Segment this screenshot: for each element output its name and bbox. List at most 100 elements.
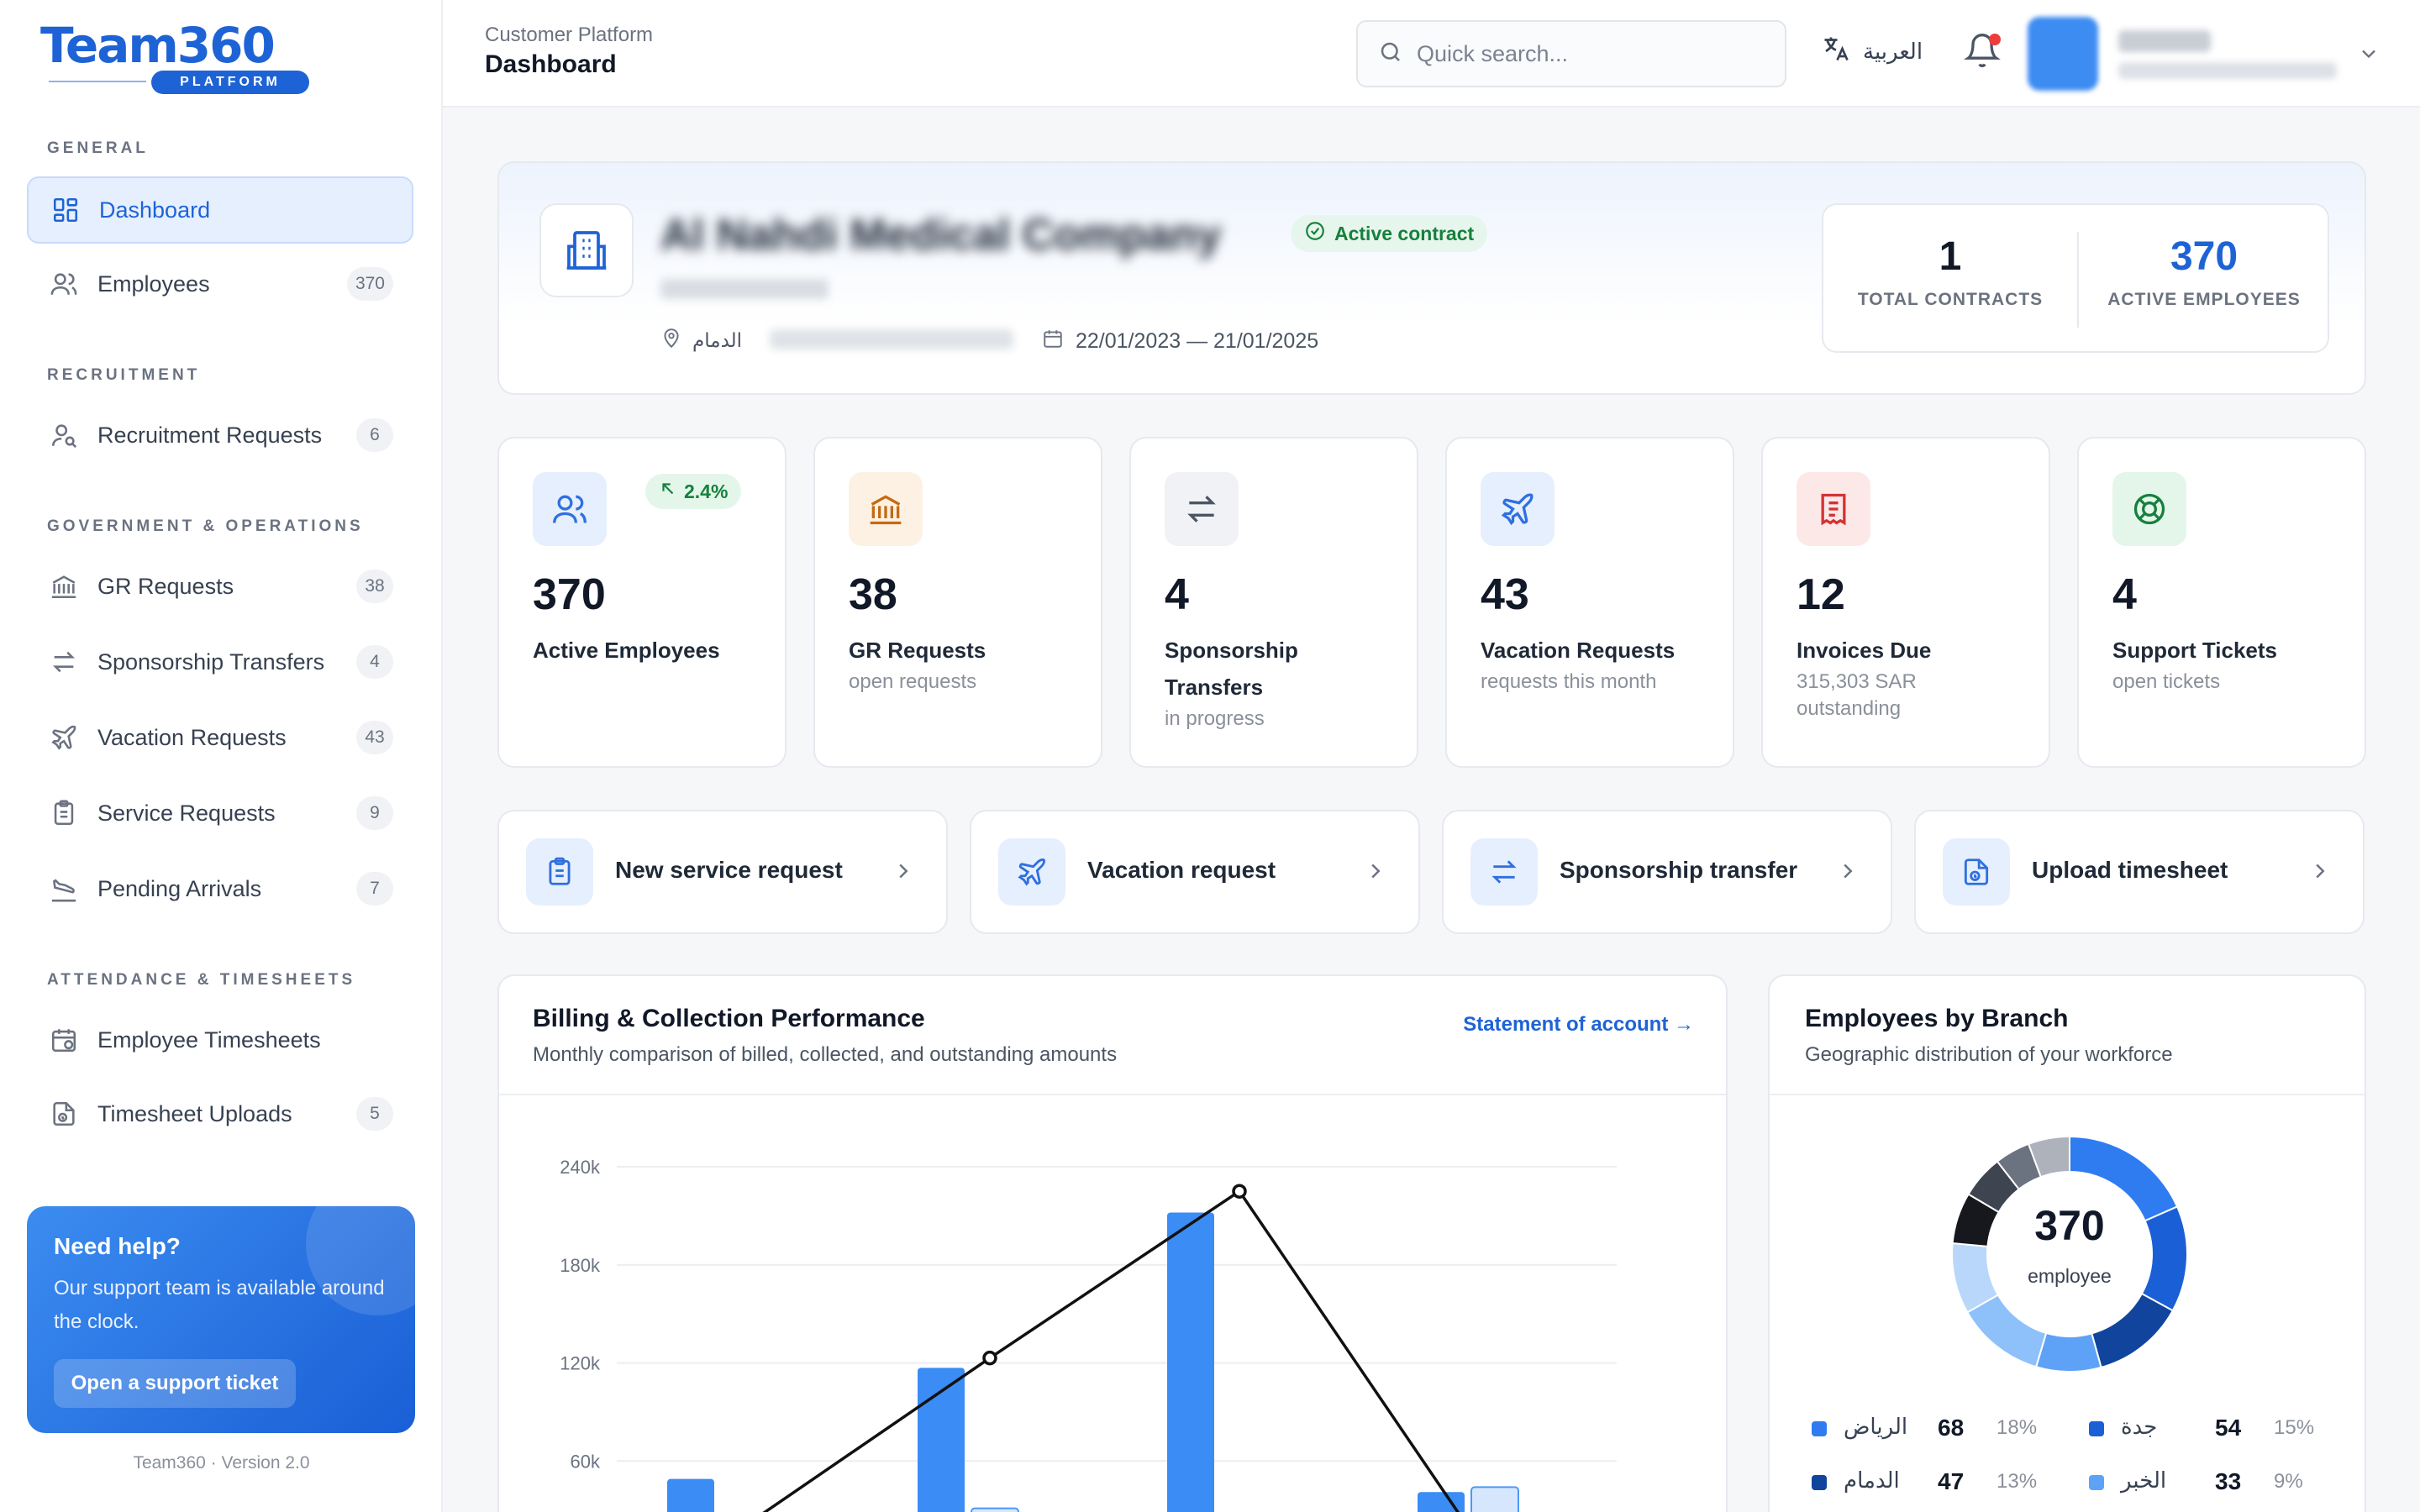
help-title: Need help? <box>54 1233 181 1259</box>
contract-status-badge: Active contract <box>1291 215 1488 252</box>
kpi-value: 370 <box>533 570 606 619</box>
search-input[interactable] <box>1417 40 1753 67</box>
sidebar-item-count: 370 <box>346 267 393 301</box>
billing-subtitle: Monthly comparison of billed, collected,… <box>533 1043 1118 1066</box>
billing-title: Billing & Collection Performance <box>533 1005 925 1032</box>
team360-logo[interactable]: Team360 PLATFORM <box>40 18 309 99</box>
kpi-value: 38 <box>849 570 897 619</box>
legend-item: الخبر 33 9% <box>2089 1465 2333 1499</box>
nav-section-government-operations: GOVERNMENT & OPERATIONS <box>47 517 364 535</box>
kpi-card-sponsorship-transfers[interactable]: 4 Sponsorship Transfers in progress <box>1129 437 1418 768</box>
kpi-title: GR Requests <box>849 638 986 663</box>
sidebar-item-label: Pending Arrivals <box>97 875 262 901</box>
file-clock-icon <box>47 1097 81 1131</box>
bell-icon <box>1964 34 2001 72</box>
card-divider <box>1770 1094 2365 1095</box>
sidebar-item-label: Recruitment Requests <box>97 422 323 448</box>
donut-slice[interactable] <box>2091 1292 2175 1369</box>
user-name-redacted <box>2118 30 2211 52</box>
kpi-title: Vacation Requests <box>1481 638 1676 663</box>
quick-action-label: Sponsorship transfer <box>1560 857 1798 883</box>
legend-percent: 18% <box>1996 1416 2038 1439</box>
plane-icon <box>1481 472 1555 546</box>
bar-billed <box>918 1368 965 1512</box>
plane-icon <box>47 721 81 754</box>
kpi-subtitle: 315,303 SAR outstanding <box>1797 670 1917 720</box>
sidebar-item-employees[interactable]: Employees 370 <box>27 250 413 318</box>
building-icon <box>539 203 634 297</box>
user-menu[interactable] <box>2028 17 2381 91</box>
sidebar-item-sponsorship-transfers[interactable]: Sponsorship Transfers 4 <box>27 628 413 696</box>
y-tick-label: 240k <box>560 1157 601 1178</box>
lifebuoy-icon <box>2112 472 2186 546</box>
sidebar-item-label: Sponsorship Transfers <box>97 648 325 675</box>
sidebar-item-count: 9 <box>356 796 393 830</box>
legend-value: 54 <box>2215 1415 2242 1441</box>
company-stats: 1 TOTAL CONTRACTS 370 ACTIVE EMPLOYEES <box>1822 203 2329 353</box>
kpi-title: Support Tickets <box>2112 638 2278 663</box>
sidebar-item-recruitment-requests[interactable]: Recruitment Requests 6 <box>27 402 413 469</box>
branch-chart-card: Employees by Branch Geographic distribut… <box>1768 974 2366 1512</box>
plane-icon <box>998 838 1065 906</box>
sidebar-item-timesheet-uploads[interactable]: Timesheet Uploads 5 <box>27 1080 413 1147</box>
bar-billed <box>667 1478 714 1512</box>
sidebar-item-label: Service Requests <box>97 800 276 826</box>
chevron-right-icon <box>1363 858 1388 888</box>
sidebar-item-dashboard[interactable]: Dashboard <box>27 176 413 244</box>
sidebar-item-service-requests[interactable]: Service Requests 9 <box>27 780 413 847</box>
kpi-card-support-tickets[interactable]: 4 Support Tickets open tickets <box>2077 437 2366 768</box>
legend-item: جدة 54 15% <box>2089 1411 2333 1445</box>
bar-collected <box>1470 1486 1519 1512</box>
breadcrumb-parent[interactable]: Customer Platform <box>485 24 653 47</box>
contract-period: 22/01/2023 — 21/01/2025 <box>1042 328 1318 355</box>
kpi-card-invoices-due[interactable]: 12 Invoices Due 315,303 SAR outstanding <box>1761 437 2050 768</box>
calendar-icon <box>1042 328 1064 355</box>
legend-value: 33 <box>2215 1468 2242 1494</box>
kpi-value: 12 <box>1797 570 1845 619</box>
company-email-redacted <box>770 329 1013 349</box>
legend-label: الدمام <box>1844 1468 1900 1494</box>
contract-period-label: 22/01/2023 — 21/01/2025 <box>1076 329 1319 353</box>
chevron-down-icon <box>2357 42 2381 70</box>
help-text: Our support team is available around the… <box>54 1277 385 1333</box>
page-title: Dashboard <box>485 50 617 78</box>
open-support-ticket-button[interactable]: Open a support ticket <box>54 1359 296 1408</box>
sidebar-item-label: Employee Timesheets <box>97 1026 321 1053</box>
search-box[interactable] <box>1356 20 1786 87</box>
map-pin-icon <box>660 328 682 354</box>
users-icon <box>533 472 607 546</box>
branch-donut-chart <box>1951 1135 2188 1373</box>
quick-action-sponsorship-transfer[interactable]: Sponsorship transfer <box>1442 810 1892 934</box>
company-card: Al Nahdi Medical Company Active contract… <box>497 161 2366 395</box>
branch-title: Employees by Branch <box>1805 1005 2069 1032</box>
chevron-right-icon <box>891 858 916 888</box>
stat-label: ACTIVE EMPLOYEES <box>2107 290 2301 309</box>
contract-status-label: Active contract <box>1334 222 1475 244</box>
trend-badge: 2.4% <box>645 474 742 509</box>
sidebar-item-employee-timesheets[interactable]: Employee Timesheets <box>27 1006 413 1074</box>
line-point <box>982 1350 997 1366</box>
chevron-right-icon <box>1835 858 1860 888</box>
language-switcher[interactable]: العربية <box>1821 34 1923 70</box>
sidebar-item-pending-arrivals[interactable]: Pending Arrivals 7 <box>27 855 413 922</box>
statement-of-account-link[interactable]: Statement of account → <box>1463 1013 1694 1037</box>
quick-action-upload-timesheet[interactable]: Upload timesheet <box>1914 810 2365 934</box>
kpi-card-active-employees[interactable]: 2.4% 370 Active Employees <box>497 437 786 768</box>
logo-underline <box>49 81 146 82</box>
kpi-card-vacation-requests[interactable]: 43 Vacation Requests requests this month <box>1445 437 1734 768</box>
trend-value: 2.4% <box>684 480 729 502</box>
kpi-card-gr-requests[interactable]: 38 GR Requests open requests <box>813 437 1102 768</box>
kpi-value: 43 <box>1481 570 1529 619</box>
sidebar-item-label: Vacation Requests <box>97 724 287 750</box>
sidebar-item-vacation-requests[interactable]: Vacation Requests 43 <box>27 704 413 771</box>
quick-action-vacation-request[interactable]: Vacation request <box>970 810 1420 934</box>
sidebar-item-gr-requests[interactable]: GR Requests 38 <box>27 553 413 620</box>
y-tick-label: 60k <box>571 1451 601 1472</box>
quick-action-new-service-request[interactable]: New service request <box>497 810 948 934</box>
user-email-redacted <box>2118 62 2337 79</box>
company-name: Al Nahdi Medical Company <box>660 211 1222 260</box>
notifications-button[interactable] <box>1964 32 2004 72</box>
stat-active-employees: 370 ACTIVE EMPLOYEES <box>2077 205 2331 354</box>
clipboard-icon <box>526 838 593 906</box>
donut-slice[interactable] <box>2034 1331 2102 1373</box>
